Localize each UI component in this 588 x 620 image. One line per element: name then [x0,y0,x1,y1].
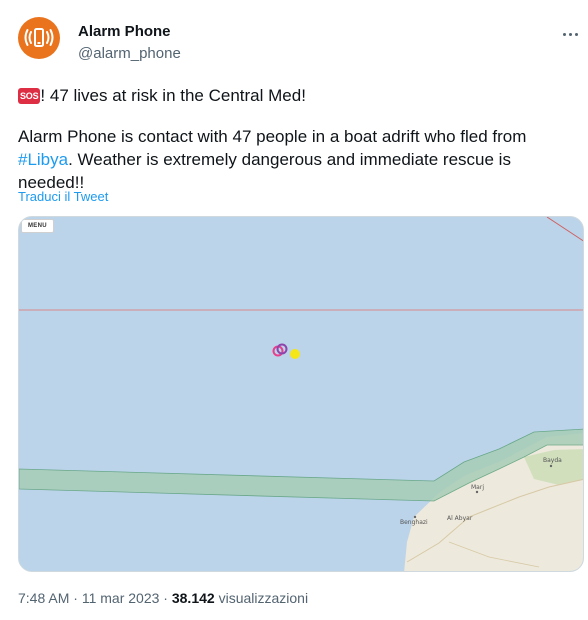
bayda-dot [549,464,553,468]
marj-dot [475,490,479,494]
meta-separator: · [73,590,78,606]
tweet-meta: 7:48 AM · 11 mar 2023 · 38.142 visualizz… [18,590,308,606]
place-marj: Marj [471,484,484,491]
sos-badge-icon: SOS [18,88,41,104]
avatar[interactable] [18,17,60,59]
tweet-headline: ! 47 lives at risk in the Central Med! [40,86,306,105]
boat-position-dot [290,349,300,359]
tweet-card: Alarm Phone @alarm_phone SOS! 47 lives a… [0,0,588,620]
map-image[interactable]: MENU Bayda Marj Benghazi Al Abyar [18,216,584,572]
meta-separator: · [163,590,168,606]
map-graphic [19,217,583,571]
author-handle[interactable]: @alarm_phone [78,45,181,62]
author-name[interactable]: Alarm Phone [78,23,171,40]
phone-alarm-icon [24,28,54,47]
tweet-body-start: Alarm Phone is contact with 47 people in… [18,127,527,146]
more-options-icon[interactable] [556,24,584,44]
tweet-body-end: . Weather is extremely dangerous and imm… [18,150,511,192]
tweet-text-line1: SOS! 47 lives at risk in the Central Med… [18,84,570,107]
benghazi-dot [413,515,417,519]
views-count[interactable]: 38.142 [172,590,215,606]
tweet-date[interactable]: 11 mar 2023 [82,590,160,606]
tweet-time[interactable]: 7:48 AM [18,590,69,606]
place-benghazi: Benghazi [400,519,428,526]
place-al-abyar: Al Abyar [447,515,473,522]
place-bayda: Bayda [543,457,562,464]
map-menu-button[interactable]: MENU [21,219,54,233]
tweet-text-body: Alarm Phone is contact with 47 people in… [18,125,570,194]
hashtag-libya-link[interactable]: #Libya [18,150,68,169]
views-label: visualizzazioni [218,590,309,606]
translate-tweet-link[interactable]: Traduci il Tweet [18,189,108,204]
